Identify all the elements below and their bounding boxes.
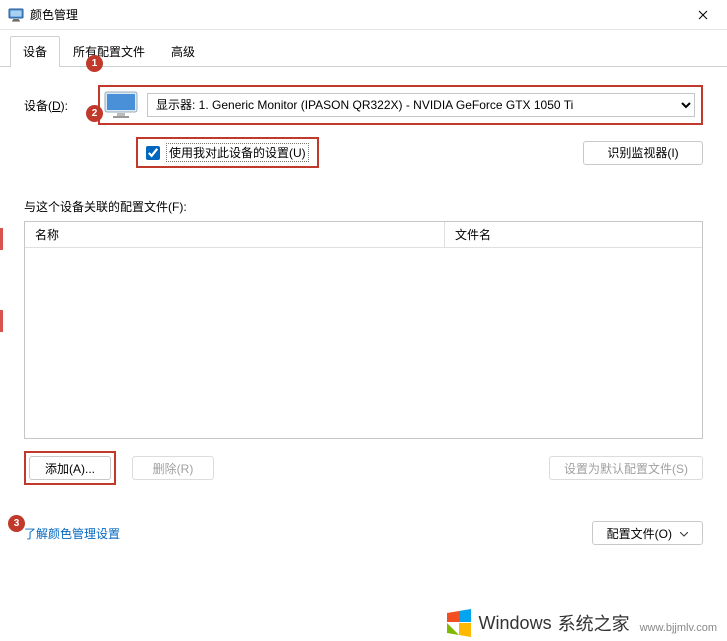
artifact-red-1: [0, 228, 3, 250]
watermark-brand1: Windows: [479, 613, 552, 634]
watermark-url: www.bjjmlv.com: [640, 622, 717, 634]
app-icon: [8, 7, 24, 23]
device-label-prefix: 设备(: [24, 99, 52, 113]
device-select-highlight: 显示器: 1. Generic Monitor (IPASON QR322X) …: [98, 85, 703, 125]
set-default-button-label: 设置为默认配置文件(S): [564, 460, 688, 477]
tab-advanced[interactable]: 高级: [158, 36, 208, 66]
add-button-label: 添加(A)...: [45, 460, 95, 477]
learn-more-link[interactable]: 了解颜色管理设置: [24, 525, 120, 542]
column-name[interactable]: 名称: [25, 222, 445, 247]
annotation-badge-2: 2: [86, 105, 103, 122]
use-settings-checkbox[interactable]: [146, 146, 160, 160]
watermark-brand2: 系统之家: [558, 610, 630, 636]
watermark: Windows 系统之家 www.bjjmlv.com: [445, 609, 717, 637]
list-headers: 名称 文件名: [25, 222, 702, 248]
profiles-menu-button[interactable]: 配置文件(O): [592, 521, 703, 545]
profiles-menu-label: 配置文件(O): [607, 525, 672, 542]
identify-monitor-button[interactable]: 识别监视器(I): [583, 141, 703, 165]
tab-all-profiles-label: 所有配置文件: [73, 45, 145, 59]
device-label-suffix: ):: [61, 99, 68, 113]
device-label: 设备(D):: [24, 97, 88, 114]
remove-button: 删除(R): [132, 456, 214, 480]
bottom-link-row: 了解颜色管理设置 配置文件(O): [24, 521, 703, 545]
tab-device[interactable]: 设备: [10, 36, 60, 66]
column-filename[interactable]: 文件名: [445, 222, 702, 247]
device-row: 设备(D): 显示器: 1. Generic Monitor (IPASON Q…: [24, 85, 703, 125]
tab-device-label: 设备: [23, 45, 47, 59]
content-area: 1 2 设备(D): 显示器: 1. Generic Monitor (IPAS…: [0, 67, 727, 563]
window-title: 颜色管理: [30, 6, 687, 23]
profiles-list[interactable]: 名称 文件名: [24, 221, 703, 439]
windows-logo-icon: [445, 609, 473, 637]
tab-advanced-label: 高级: [171, 45, 195, 59]
profiles-label: 与这个设备关联的配置文件(F):: [24, 198, 703, 215]
annotation-badge-1: 1: [86, 55, 103, 72]
identify-monitor-label: 识别监视器(I): [607, 144, 678, 161]
monitor-icon: [103, 90, 139, 120]
tab-all-profiles[interactable]: 所有配置文件: [60, 36, 158, 66]
annotation-badge-3: 3: [8, 515, 25, 532]
chevron-down-icon: [680, 526, 688, 540]
use-settings-label: 使用我对此设备的设置(U): [166, 143, 309, 162]
device-label-accel: D: [52, 99, 61, 113]
use-settings-highlight: 使用我对此设备的设置(U): [136, 137, 319, 168]
tabs-bar: 设备 所有配置文件 高级: [0, 30, 727, 67]
add-button[interactable]: 添加(A)...: [29, 456, 111, 480]
list-body[interactable]: [25, 248, 702, 440]
add-button-highlight: 添加(A)...: [24, 451, 116, 485]
artifact-red-2: [0, 310, 3, 332]
set-default-button: 设置为默认配置文件(S): [549, 456, 703, 480]
bottom-buttons-row: 添加(A)... 删除(R) 设置为默认配置文件(S): [24, 451, 703, 485]
close-button[interactable]: [687, 0, 719, 30]
remove-button-label: 删除(R): [153, 460, 194, 477]
use-settings-row: 使用我对此设备的设置(U) 识别监视器(I): [24, 137, 703, 168]
titlebar: 颜色管理: [0, 0, 727, 30]
device-select[interactable]: 显示器: 1. Generic Monitor (IPASON QR322X) …: [147, 93, 695, 117]
